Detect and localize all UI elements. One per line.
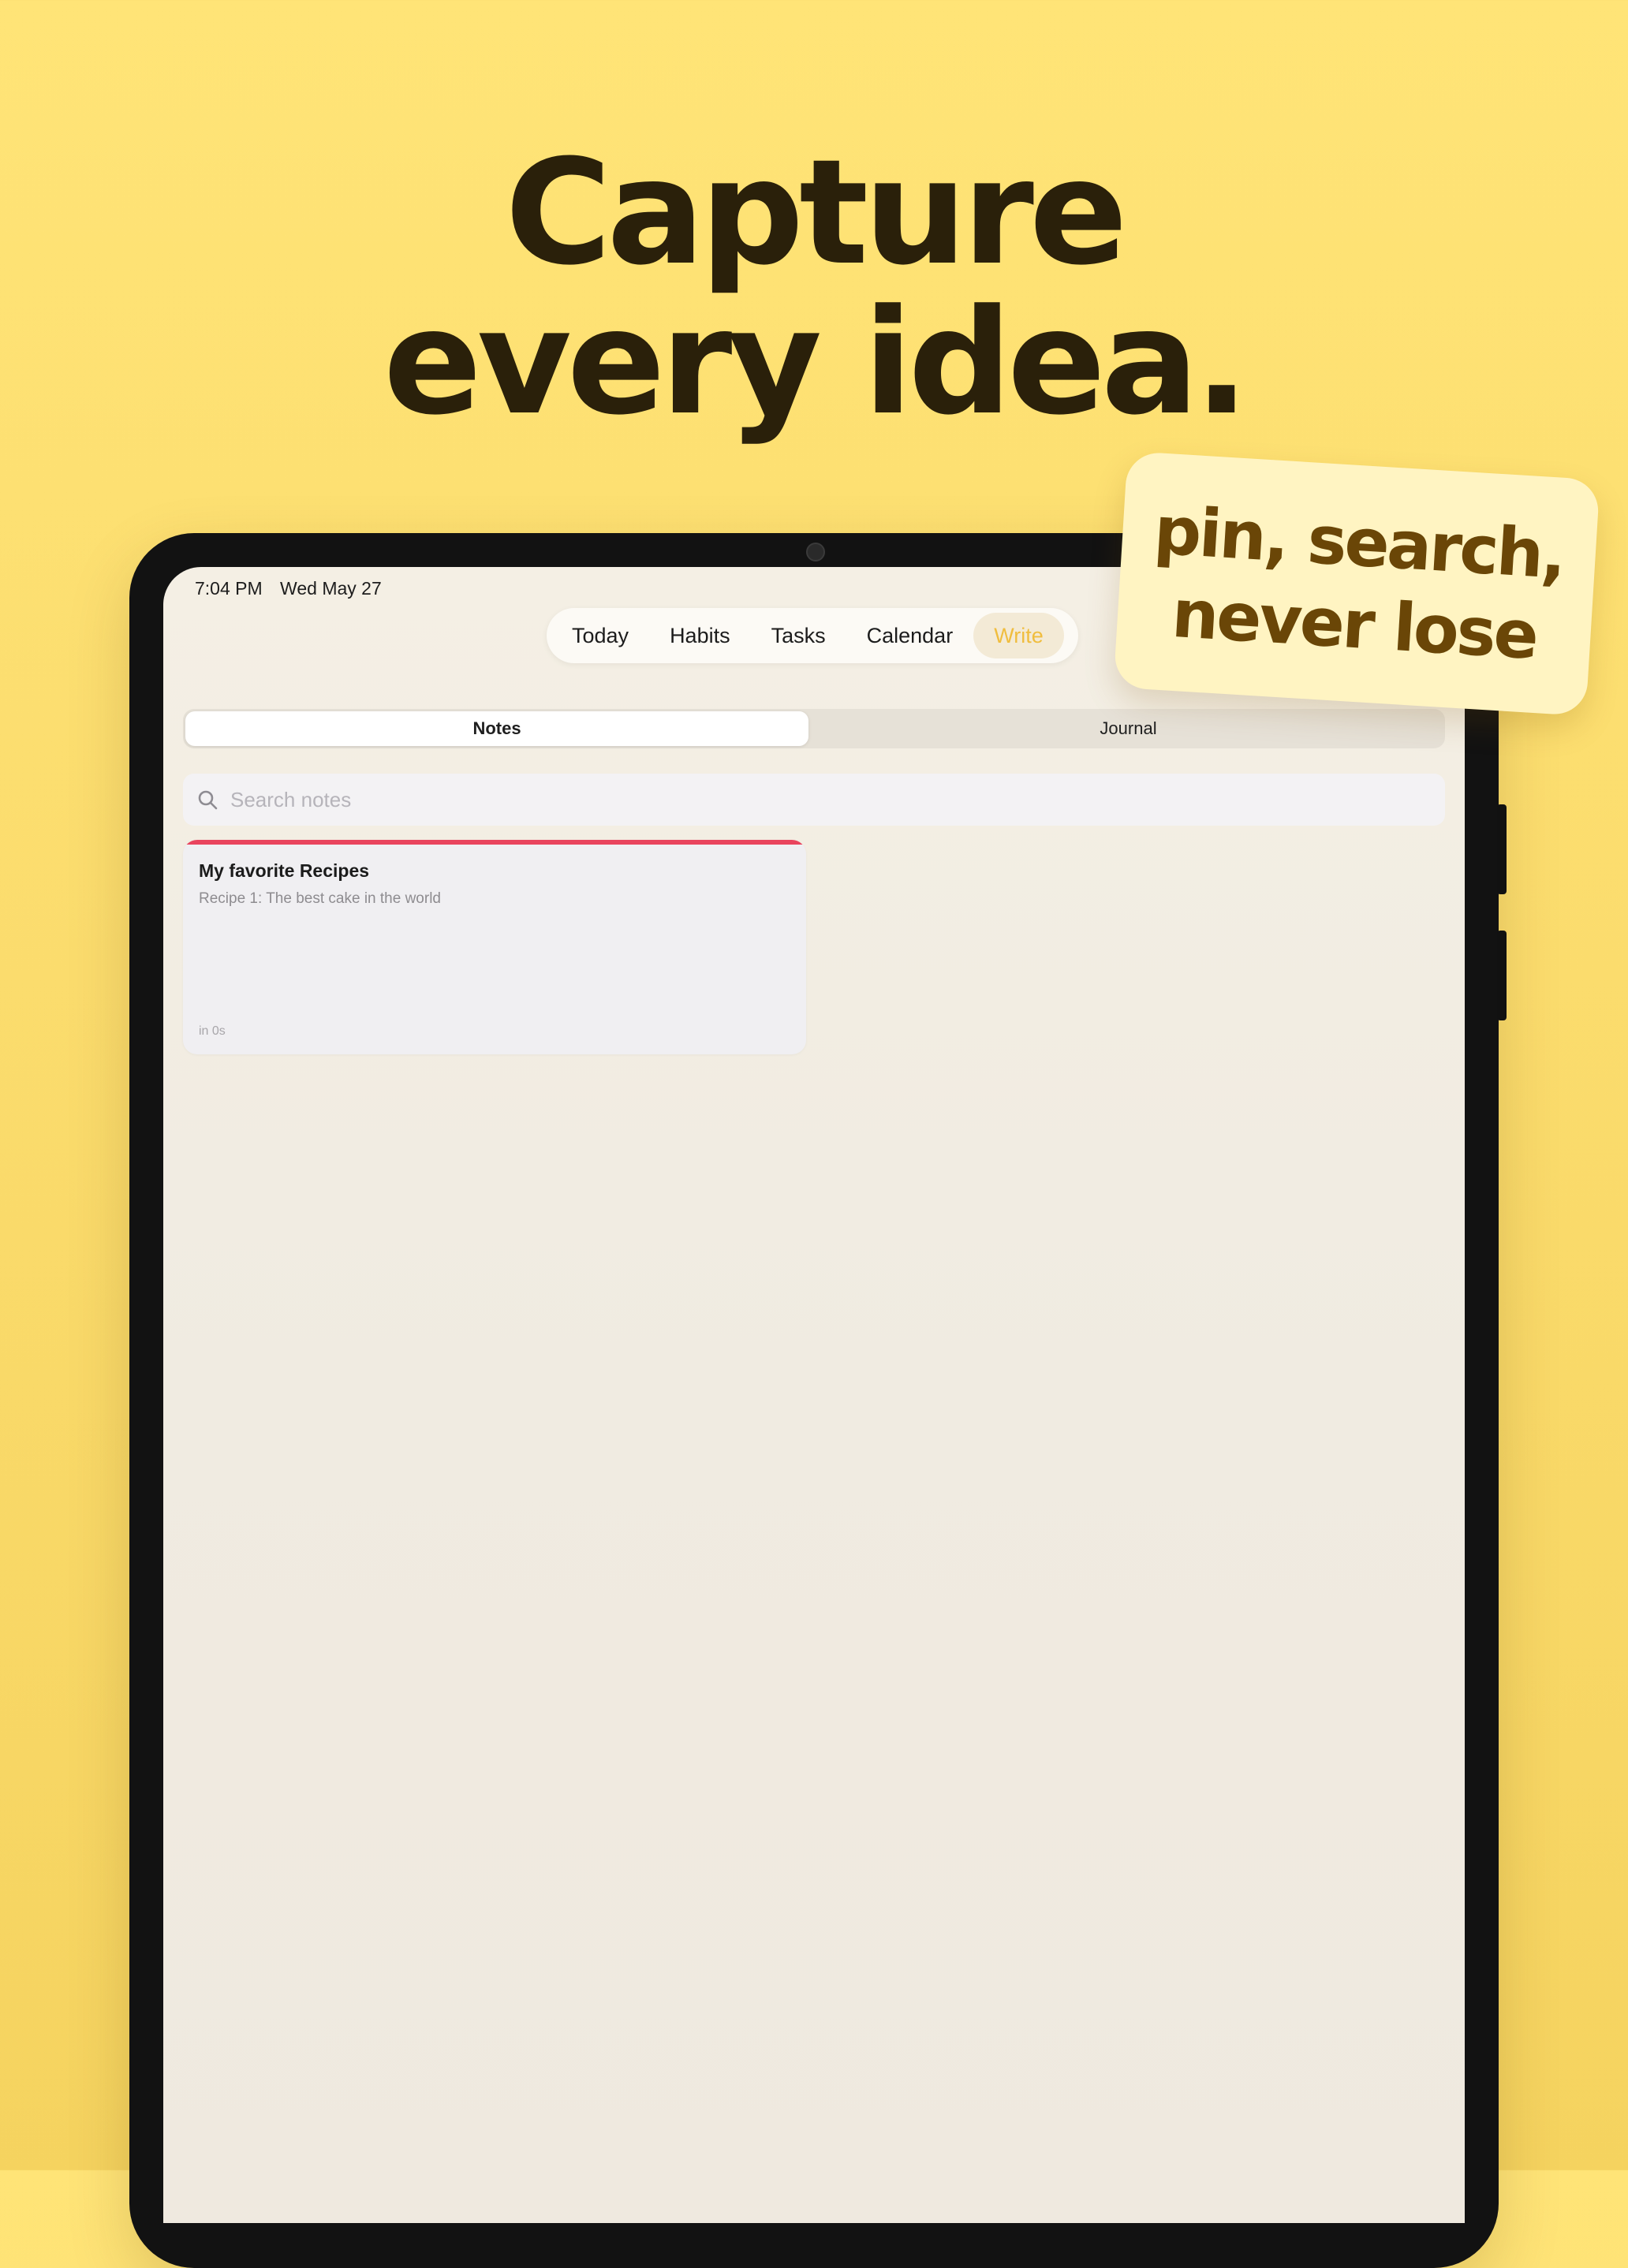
notes-journal-segment: Notes Journal bbox=[183, 709, 1445, 748]
note-accent-bar bbox=[183, 840, 806, 845]
search-bar[interactable] bbox=[183, 774, 1445, 826]
status-bar: 7:04 PM Wed May 27 bbox=[195, 578, 394, 599]
segment-notes[interactable]: Notes bbox=[185, 711, 808, 746]
camera-dot bbox=[806, 543, 825, 561]
search-icon bbox=[198, 790, 218, 810]
feature-sticker: pin, search, never lose bbox=[1113, 450, 1600, 717]
tab-today[interactable]: Today bbox=[551, 613, 649, 658]
status-time: 7:04 PM bbox=[195, 578, 263, 599]
tab-tasks[interactable]: Tasks bbox=[751, 613, 846, 658]
top-nav: Today Habits Tasks Calendar Write bbox=[547, 608, 1078, 663]
segment-journal[interactable]: Journal bbox=[814, 711, 1443, 746]
tab-write[interactable]: Write bbox=[973, 613, 1064, 658]
headline-line-1: Capture bbox=[505, 129, 1127, 297]
status-date: Wed May 27 bbox=[280, 578, 382, 599]
tab-calendar[interactable]: Calendar bbox=[846, 613, 974, 658]
note-timestamp: in 0s bbox=[199, 1024, 226, 1038]
search-input[interactable] bbox=[229, 786, 1336, 813]
note-card[interactable]: My favorite Recipes Recipe 1: The best c… bbox=[183, 840, 806, 1054]
tab-habits[interactable]: Habits bbox=[649, 613, 751, 658]
volume-up-button bbox=[1497, 804, 1507, 894]
note-title: My favorite Recipes bbox=[199, 860, 370, 881]
app-screen: 7:04 PM Wed May 27 Today Habits Tasks Ca… bbox=[163, 567, 1465, 2223]
volume-down-button bbox=[1497, 931, 1507, 1020]
note-preview: Recipe 1: The best cake in the world bbox=[199, 890, 441, 907]
headline: Capture every idea. bbox=[0, 138, 1628, 438]
headline-line-2: every idea. bbox=[383, 278, 1249, 447]
